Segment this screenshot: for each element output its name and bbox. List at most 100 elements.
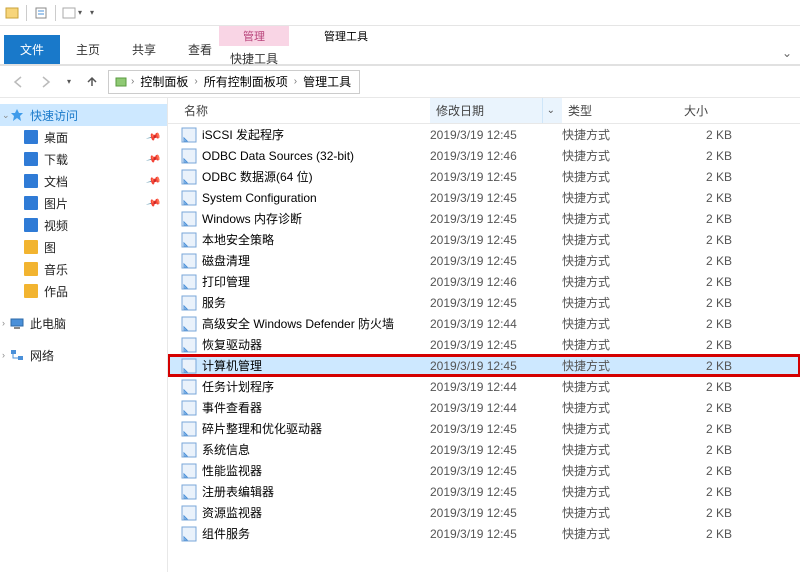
file-row[interactable]: iSCSI 发起程序2019/3/19 12:45快捷方式2 KB	[168, 124, 800, 145]
file-row[interactable]: Windows 内存诊断2019/3/19 12:45快捷方式2 KB	[168, 208, 800, 229]
file-size: 2 KB	[678, 275, 742, 289]
contextual-tab-group-tools: 管理工具	[300, 26, 392, 54]
sidebar-quick-access[interactable]: ⌄ 快速访问	[0, 104, 167, 126]
column-type[interactable]: 类型	[562, 98, 678, 123]
filter-dropdown-icon[interactable]: ⌄	[542, 98, 555, 123]
tab-share[interactable]: 共享	[116, 35, 172, 64]
file-tab[interactable]: 文件	[4, 35, 60, 64]
shortcut-icon	[180, 127, 198, 143]
file-size: 2 KB	[678, 401, 742, 415]
quick-access-toolbar: ▾ ▾	[0, 0, 800, 26]
sidebar-network[interactable]: › 网络	[0, 344, 167, 366]
recent-locations[interactable]: ▾	[62, 70, 76, 94]
tab-home[interactable]: 主页	[60, 35, 116, 64]
column-name[interactable]: 名称	[168, 98, 430, 123]
file-row[interactable]: ODBC Data Sources (32-bit)2019/3/19 12:4…	[168, 145, 800, 166]
file-date: 2019/3/19 12:45	[430, 233, 562, 247]
crumb-all-items[interactable]: 所有控制面板项	[200, 73, 292, 90]
file-row[interactable]: 打印管理2019/3/19 12:46快捷方式2 KB	[168, 271, 800, 292]
sidebar-item[interactable]: 桌面📌	[0, 126, 167, 148]
file-name: 恢复驱动器	[202, 336, 430, 353]
file-row[interactable]: 性能监视器2019/3/19 12:45快捷方式2 KB	[168, 460, 800, 481]
shortcut-icon	[180, 505, 198, 521]
crumb-control-panel[interactable]: 控制面板	[136, 73, 192, 90]
sidebar-item[interactable]: 图	[0, 236, 167, 258]
shortcut-icon	[180, 442, 198, 458]
file-row[interactable]: 任务计划程序2019/3/19 12:44快捷方式2 KB	[168, 376, 800, 397]
chevron-right-icon[interactable]: ›	[129, 76, 136, 87]
file-row[interactable]: 资源监视器2019/3/19 12:45快捷方式2 KB	[168, 502, 800, 523]
file-row[interactable]: ODBC 数据源(64 位)2019/3/19 12:45快捷方式2 KB	[168, 166, 800, 187]
column-size[interactable]: 大小	[678, 98, 742, 123]
up-button[interactable]	[80, 70, 104, 94]
file-name: 事件查看器	[202, 399, 430, 416]
tab-shortcut-tools[interactable]: 快捷工具	[224, 46, 284, 71]
tab-admin-tools[interactable]	[340, 46, 352, 54]
file-type: 快捷方式	[562, 231, 678, 248]
sidebar-item-label: 快速访问	[30, 107, 78, 124]
file-row[interactable]: 服务2019/3/19 12:45快捷方式2 KB	[168, 292, 800, 313]
forward-button[interactable]	[34, 70, 58, 94]
file-row[interactable]: 本地安全策略2019/3/19 12:45快捷方式2 KB	[168, 229, 800, 250]
file-size: 2 KB	[678, 464, 742, 478]
shortcut-icon	[180, 253, 198, 269]
file-type: 快捷方式	[562, 210, 678, 227]
chevron-right-icon[interactable]: ›	[292, 76, 299, 87]
shortcut-icon	[180, 463, 198, 479]
sidebar-item-label: 下载	[44, 151, 68, 168]
file-date: 2019/3/19 12:45	[430, 422, 562, 436]
properties-icon[interactable]	[33, 5, 49, 21]
file-size: 2 KB	[678, 233, 742, 247]
chevron-right-icon[interactable]: ›	[192, 76, 199, 87]
expand-caret-icon[interactable]: ›	[2, 350, 5, 360]
file-row[interactable]: 磁盘清理2019/3/19 12:45快捷方式2 KB	[168, 250, 800, 271]
file-row[interactable]: 恢复驱动器2019/3/19 12:45快捷方式2 KB	[168, 334, 800, 355]
file-row[interactable]: 计算机管理2019/3/19 12:45快捷方式2 KB	[168, 355, 800, 376]
file-date: 2019/3/19 12:45	[430, 254, 562, 268]
shortcut-icon	[180, 232, 198, 248]
file-name: 打印管理	[202, 273, 430, 290]
folder-icon	[24, 174, 38, 188]
ribbon: 文件 主页 共享 查看 管理 快捷工具 管理工具 ⌄	[0, 26, 800, 64]
file-size: 2 KB	[678, 317, 742, 331]
qat-customize[interactable]: ▾	[90, 8, 94, 17]
file-date: 2019/3/19 12:45	[430, 338, 562, 352]
back-button[interactable]	[6, 70, 30, 94]
sidebar-item[interactable]: 图片📌	[0, 192, 167, 214]
sidebar-item-label: 图	[44, 239, 56, 256]
file-date: 2019/3/19 12:45	[430, 296, 562, 310]
file-row[interactable]: 高级安全 Windows Defender 防火墙2019/3/19 12:44…	[168, 313, 800, 334]
file-name: 本地安全策略	[202, 231, 430, 248]
sidebar-item-label: 网络	[30, 347, 54, 364]
file-date: 2019/3/19 12:45	[430, 128, 562, 142]
file-row[interactable]: 系统信息2019/3/19 12:45快捷方式2 KB	[168, 439, 800, 460]
file-row[interactable]: 组件服务2019/3/19 12:45快捷方式2 KB	[168, 523, 800, 544]
sidebar-item[interactable]: 视频	[0, 214, 167, 236]
qat-dropdown[interactable]: ▾	[62, 6, 82, 20]
file-row[interactable]: 注册表编辑器2019/3/19 12:45快捷方式2 KB	[168, 481, 800, 502]
crumb-admin-tools[interactable]: 管理工具	[299, 73, 355, 90]
shortcut-icon	[180, 274, 198, 290]
file-row[interactable]: 事件查看器2019/3/19 12:44快捷方式2 KB	[168, 397, 800, 418]
ribbon-collapse-icon[interactable]: ⌄	[782, 46, 792, 60]
contextual-tab-group-manage: 管理 快捷工具	[219, 26, 289, 71]
sidebar-item[interactable]: 作品	[0, 280, 167, 302]
expand-caret-icon[interactable]: ⌄	[2, 110, 10, 121]
sidebar-this-pc[interactable]: › 此电脑	[0, 312, 167, 334]
file-row[interactable]: System Configuration2019/3/19 12:45快捷方式2…	[168, 187, 800, 208]
column-date-modified[interactable]: 修改日期 ⌄	[430, 98, 562, 123]
file-size: 2 KB	[678, 380, 742, 394]
sidebar-item[interactable]: 下载📌	[0, 148, 167, 170]
file-list[interactable]: iSCSI 发起程序2019/3/19 12:45快捷方式2 KBODBC Da…	[168, 124, 800, 572]
breadcrumb-bar[interactable]: › 控制面板 › 所有控制面板项 › 管理工具	[108, 70, 360, 94]
expand-caret-icon[interactable]: ›	[2, 318, 5, 328]
column-headers: 名称 修改日期 ⌄ 类型 大小	[168, 98, 800, 124]
sidebar-item-label: 视频	[44, 217, 68, 234]
sidebar-item[interactable]: 文档📌	[0, 170, 167, 192]
file-size: 2 KB	[678, 212, 742, 226]
file-date: 2019/3/19 12:44	[430, 380, 562, 394]
file-date: 2019/3/19 12:45	[430, 359, 562, 373]
sidebar-item[interactable]: 音乐	[0, 258, 167, 280]
file-row[interactable]: 碎片整理和优化驱动器2019/3/19 12:45快捷方式2 KB	[168, 418, 800, 439]
sidebar-item-label: 此电脑	[30, 315, 66, 332]
